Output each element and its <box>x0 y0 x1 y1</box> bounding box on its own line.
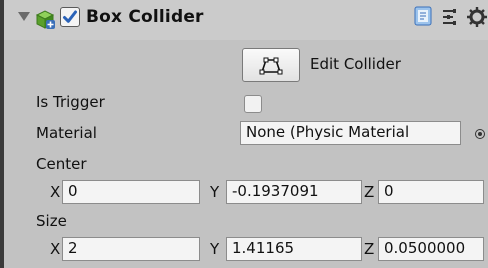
edit-collider-button[interactable] <box>242 48 300 82</box>
component-title: Box Collider <box>86 7 204 27</box>
checkmark-icon <box>63 10 77 23</box>
edit-collider-icon <box>259 57 283 75</box>
center-x-label[interactable]: X <box>50 183 60 201</box>
edit-collider-label: Edit Collider <box>310 55 401 73</box>
material-label: Material <box>36 124 97 142</box>
center-y-field[interactable]: -0.1937091 <box>226 180 362 204</box>
object-picker-icon[interactable] <box>475 129 485 139</box>
component-header[interactable]: Box Collider <box>4 0 488 40</box>
center-label: Center <box>36 155 87 173</box>
preset-icon[interactable] <box>440 8 460 26</box>
size-y-field[interactable]: 1.41165 <box>226 237 362 261</box>
component-enabled-checkbox[interactable] <box>60 7 80 27</box>
material-field[interactable]: None (Physic Material <box>240 121 461 145</box>
size-z-label[interactable]: Z <box>364 240 374 258</box>
size-z-field[interactable]: 0.0500000 <box>378 237 484 261</box>
size-x-field[interactable]: 2 <box>62 237 200 261</box>
size-label: Size <box>36 212 67 230</box>
is-trigger-checkbox[interactable] <box>244 95 262 113</box>
is-trigger-label: Is Trigger <box>36 93 105 111</box>
box-collider-icon <box>35 10 55 29</box>
size-y-label[interactable]: Y <box>210 240 219 258</box>
foldout-arrow-icon[interactable] <box>18 12 30 21</box>
center-z-label[interactable]: Z <box>364 183 374 201</box>
box-collider-component: Box Collider Edit Collider Is Trigger Ma… <box>4 0 488 268</box>
center-y-label[interactable]: Y <box>210 183 219 201</box>
center-z-field[interactable]: 0 <box>378 180 484 204</box>
center-x-field[interactable]: 0 <box>62 180 200 204</box>
gear-icon[interactable] <box>466 6 488 28</box>
size-x-label[interactable]: X <box>50 240 60 258</box>
help-icon[interactable] <box>414 6 432 26</box>
